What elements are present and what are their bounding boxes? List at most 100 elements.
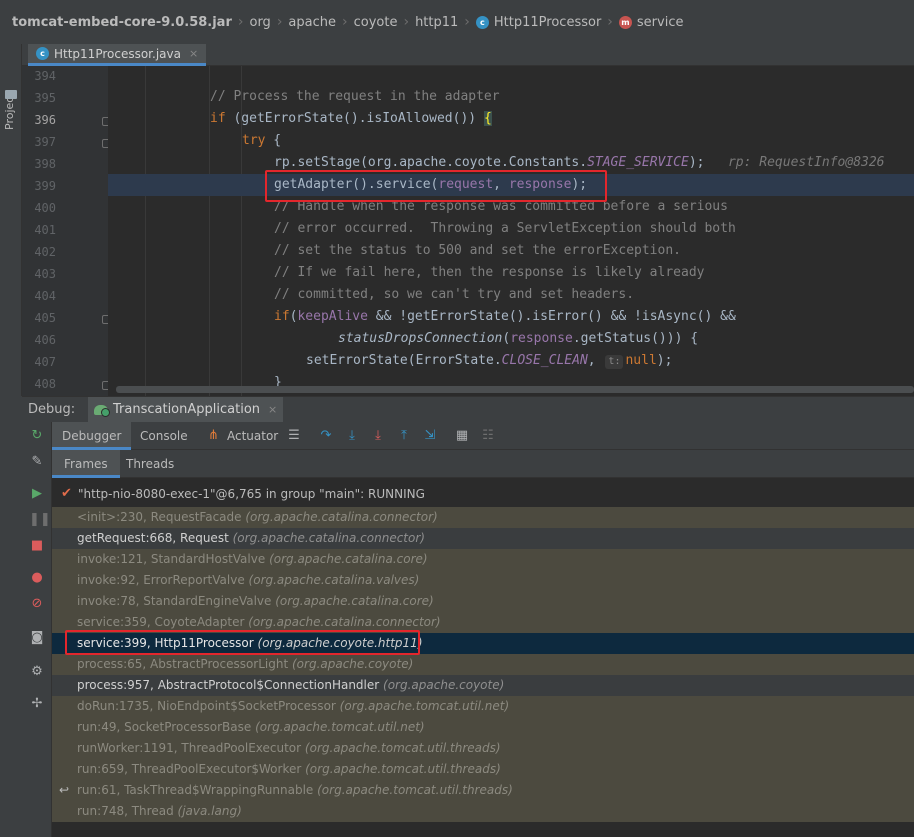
pause-icon[interactable]: ❚❚ [29,512,51,528]
run-to-cursor-icon[interactable]: ⇲ [422,428,438,444]
line-number: 408 [34,377,56,391]
code-line-397: try { [242,130,914,152]
frame-row[interactable]: doRun:1735, NioEndpoint$SocketProcessor … [52,696,914,717]
frame-package: (org.apache.catalina.connector) [248,615,441,629]
frame-row[interactable]: run:49, SocketProcessorBase (org.apache.… [52,717,914,738]
keyword: if [210,111,226,126]
settings-wrench-icon[interactable]: ✎ [29,454,45,470]
frame-package: (java.lang) [177,804,242,818]
line-number: 397 [34,135,56,149]
frame-row[interactable]: <init>:230, RequestFacade (org.apache.ca… [52,507,914,528]
frame-row[interactable]: ↩ run:61, TaskThread$WrappingRunnable (or… [52,780,914,801]
keyword: try [242,133,266,148]
line-number: 400 [34,201,56,215]
frame-row[interactable]: getRequest:668, Request (org.apache.cata… [52,528,914,549]
frame-package: (org.apache.catalina.connector) [245,510,438,524]
frame-row[interactable]: process:65, AbstractProcessorLight (org.… [52,654,914,675]
frame-row[interactable]: process:957, AbstractProtocol$Connection… [52,675,914,696]
frame-package: (org.apache.coyote) [292,657,414,671]
breadcrumb-separator: › [342,14,348,30]
close-icon[interactable]: × [189,47,198,60]
breadcrumb-coyote[interactable]: coyote [354,15,398,30]
frame-row[interactable]: invoke:78, StandardEngineValve (org.apac… [52,591,914,612]
code-text: , [587,353,604,368]
line-number: 402 [34,245,56,259]
frame-method: run:659, ThreadPoolExecutor$Worker [77,762,302,776]
breadcrumb-method[interactable]: m service [618,15,683,30]
code-text: && !getErrorState().isError() && !isAsyn… [367,309,736,324]
annotation-box-frame [65,630,420,655]
frame-row[interactable]: run:748, Thread (java.lang) [52,801,914,822]
close-icon[interactable]: × [268,403,277,416]
frame-method: run:748, Thread [77,804,174,818]
code-line-406: statusDropsConnection(response.getStatus… [338,328,914,350]
code-editor[interactable]: // Process the request in the adapter if… [108,66,914,396]
code-comment: // Process the request in the adapter [210,89,500,104]
editor-tab-label: Http11Processor.java [54,46,181,61]
step-out-icon[interactable]: ⤒ [396,428,412,444]
folder-icon[interactable] [5,90,17,99]
tab-threads[interactable]: Threads [126,450,174,478]
checkmark-icon: ✔ [61,486,72,501]
spring-app-icon [94,404,110,417]
class-icon: c [36,47,49,60]
line-number-gutter[interactable]: 394 395 396 397 398 399 400 401 402 403 … [22,66,111,396]
breadcrumb-org[interactable]: org [249,15,270,30]
line-number: 404 [34,289,56,303]
mute-breakpoints-icon[interactable]: ⊘ [29,596,45,612]
debug-session-label: TranscationApplication [113,402,261,417]
breadcrumb-separator: › [276,14,283,30]
stop-icon[interactable]: ■ [29,538,45,554]
code-comment: // If we fail here, then the response is… [274,265,705,280]
trace-icon[interactable]: ☷ [480,428,496,444]
frame-row[interactable]: run:659, ThreadPoolExecutor$Worker (org.… [52,759,914,780]
class-icon: c [475,15,489,29]
project-tool-strip: Project [0,44,22,396]
frame-row[interactable]: invoke:92, ErrorReportValve (org.apache.… [52,570,914,591]
code-line-401: // error occurred. Throwing a ServletExc… [274,218,914,240]
breadcrumb-jar[interactable]: tomcat-embed-core-9.0.58.jar [12,15,232,30]
tab-frames[interactable]: Frames [52,450,120,478]
frames-tab-bar: Frames Threads [52,450,914,478]
thread-selector[interactable]: ✔ "http-nio-8080-exec-1"@6,765 in group … [52,481,914,507]
frame-package: (org.apache.catalina.valves) [248,573,420,587]
static-method: statusDropsConnection [338,331,503,346]
frame-method: run:49, SocketProcessorBase [77,720,252,734]
frames-list: ✔ "http-nio-8080-exec-1"@6,765 in group … [52,478,914,837]
frame-package: (org.apache.tomcat.util.threads) [305,762,501,776]
code-text: rp.setStage(org.apache.coyote.Constants. [274,155,588,170]
method-icon: m [618,15,632,29]
camera-icon[interactable]: ◙ [29,630,45,646]
tab-actuator[interactable]: Actuator [227,422,278,450]
annotation-box-code [265,170,607,202]
frame-method: run:61, TaskThread$WrappingRunnable [77,783,314,797]
step-into-icon[interactable]: ⤓ [370,428,386,444]
evaluate-expression-icon[interactable]: ▦ [454,428,470,444]
breadcrumb-separator: › [403,14,410,30]
step-over-icon[interactable]: ⤓ [344,428,360,444]
gear-icon[interactable]: ⚙ [29,664,45,680]
view-breakpoints-icon[interactable]: ● [29,570,45,586]
line-number: 398 [34,157,56,171]
rerun-icon[interactable]: ↻ [29,428,45,444]
tab-debugger[interactable]: Debugger [52,422,132,450]
editor-tab-http11processor[interactable]: c Http11Processor.java × [28,44,207,66]
horizontal-scrollbar[interactable] [116,386,914,393]
breadcrumb-apache[interactable]: apache [288,15,336,30]
show-execution-point-icon[interactable]: ↷ [318,428,334,444]
line-number: 405 [34,311,56,325]
code-comment: // committed, so we can't try and set he… [274,287,635,302]
frame-method: runWorker:1191, ThreadPoolExecutor [77,741,302,755]
tab-console[interactable]: Console [140,422,188,450]
pin-icon[interactable]: ✢ [29,696,45,712]
frame-method: invoke:92, ErrorReportValve [77,573,245,587]
menu-icon[interactable]: ☰ [286,428,302,444]
breadcrumb-class[interactable]: c Http11Processor [475,15,601,30]
frame-row[interactable]: invoke:121, StandardHostValve (org.apach… [52,549,914,570]
debug-session-tab[interactable]: TranscationApplication × [88,396,284,423]
breadcrumb-http11[interactable]: http11 [415,15,458,30]
resume-icon[interactable]: ▶ [29,486,45,502]
frame-row[interactable]: runWorker:1191, ThreadPoolExecutor (org.… [52,738,914,759]
line-number: 399 [34,179,56,193]
editor-tab-bar: c Http11Processor.java × [22,44,914,66]
